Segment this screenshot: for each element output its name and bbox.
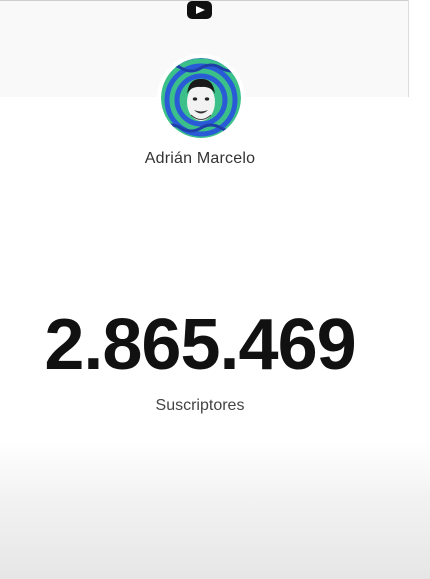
subscriber-count: 2.865.469	[44, 305, 356, 385]
channel-avatar-image	[161, 58, 241, 138]
header-right-border	[408, 0, 409, 97]
youtube-icon[interactable]	[187, 1, 212, 19]
subscriber-counter-page: Adrián Marcelo 2.865.469 Suscriptores	[0, 0, 430, 579]
channel-name[interactable]: Adrián Marcelo	[0, 150, 400, 168]
avatar[interactable]	[157, 54, 245, 142]
play-triangle-icon	[195, 6, 205, 14]
subscriber-label: Suscriptores	[155, 397, 245, 414]
